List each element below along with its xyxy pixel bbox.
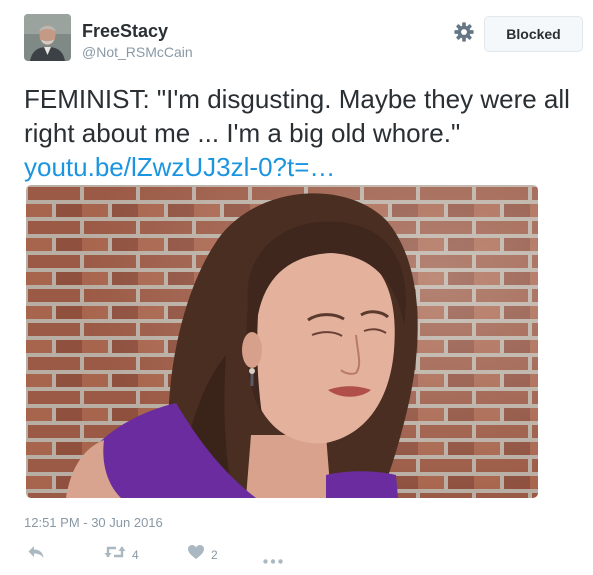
user-handle[interactable]: @Not_RSMcCain — [82, 44, 193, 60]
blocked-button[interactable]: Blocked — [484, 16, 583, 52]
reply-icon — [27, 544, 45, 565]
tweet-actions: 4 2 — [0, 540, 593, 568]
avatar-image — [24, 14, 71, 61]
more-button[interactable] — [263, 551, 283, 569]
more-dots-icon — [263, 551, 283, 569]
reply-button[interactable] — [27, 544, 45, 565]
media-photo — [26, 185, 538, 498]
like-button[interactable]: 2 — [187, 544, 218, 565]
retweet-count: 4 — [132, 547, 139, 562]
heart-icon — [187, 544, 205, 565]
tweet-timestamp[interactable]: 12:51 PM - 30 Jun 2016 — [24, 515, 163, 530]
tweet-link[interactable]: youtu.be/lZwzUJ3zl-0?t=… — [24, 152, 335, 182]
retweet-icon — [104, 544, 126, 565]
like-count: 2 — [211, 547, 218, 562]
tweet-text-block: FEMINIST: "I'm disgusting. Maybe they we… — [24, 82, 574, 184]
tweet-text: FEMINIST: "I'm disgusting. Maybe they we… — [24, 84, 570, 148]
avatar[interactable] — [24, 14, 71, 61]
gear-icon[interactable] — [453, 21, 475, 43]
retweet-button[interactable]: 4 — [104, 544, 139, 565]
tweet-media-image[interactable] — [26, 185, 538, 498]
user-display-name[interactable]: FreeStacy — [82, 21, 168, 42]
